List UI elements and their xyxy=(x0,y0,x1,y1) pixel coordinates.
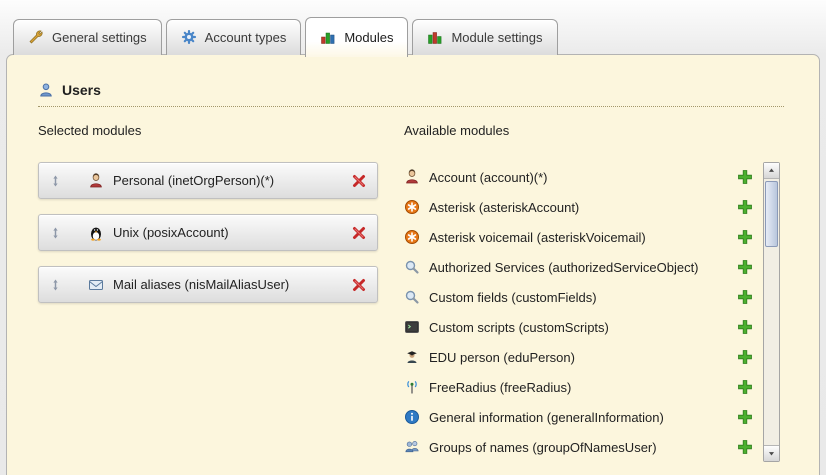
selected-modules-list: Personal (inetOrgPerson)(*) Unix (posixA… xyxy=(38,162,378,303)
plus-icon[interactable] xyxy=(737,199,753,215)
info-icon xyxy=(404,409,420,425)
users-section-header: Users xyxy=(38,82,784,107)
available-module-row: EDU person (eduPerson) xyxy=(404,342,763,372)
available-module-row: FreeRadius (freeRadius) xyxy=(404,372,763,402)
drag-handle-icon[interactable] xyxy=(49,226,62,240)
available-module-row: Authorized Services (authorizedServiceOb… xyxy=(404,252,763,282)
plus-icon[interactable] xyxy=(737,379,753,395)
person-icon xyxy=(404,169,420,185)
arrow-down-icon[interactable] xyxy=(764,445,779,461)
available-modules-heading: Available modules xyxy=(404,123,780,138)
scrollbar-thumb[interactable] xyxy=(765,181,778,247)
available-module-row: Account (account)(*) xyxy=(404,162,763,192)
tab[interactable]: Modules xyxy=(305,17,408,57)
available-modules-column: Available modules Account (account)(*) xyxy=(404,123,780,462)
scrollbar[interactable] xyxy=(763,162,780,462)
tab[interactable]: Account types xyxy=(166,19,302,55)
users-icon xyxy=(38,82,54,98)
gear-icon xyxy=(181,29,197,45)
arrow-up-icon[interactable] xyxy=(764,163,779,179)
plus-icon[interactable] xyxy=(737,319,753,335)
tab[interactable]: General settings xyxy=(13,19,162,55)
plus-icon[interactable] xyxy=(737,409,753,425)
wrench-icon xyxy=(28,29,44,45)
section-title: Users xyxy=(62,82,101,98)
magnifier-icon xyxy=(404,289,420,305)
plus-icon[interactable] xyxy=(737,439,753,455)
tux-icon xyxy=(88,225,104,241)
drag-handle-icon[interactable] xyxy=(49,278,62,292)
asterisk-icon xyxy=(404,199,420,215)
selected-module-row[interactable]: Unix (posixAccount) xyxy=(38,214,378,251)
selected-module-row[interactable]: Personal (inetOrgPerson)(*) xyxy=(38,162,378,199)
tab-bar: General settings Account types Modules M… xyxy=(13,0,558,55)
selected-module-row[interactable]: Mail aliases (nisMailAliasUser) xyxy=(38,266,378,303)
module-settings-icon xyxy=(427,29,443,45)
lam-configuration-page: General settings Account types Modules M… xyxy=(0,0,826,475)
selected-modules-column: Selected modules Personal (inetOrgPerson… xyxy=(38,123,378,462)
modules-icon xyxy=(320,29,336,45)
drag-handle-icon[interactable] xyxy=(49,174,62,188)
delete-icon[interactable] xyxy=(351,225,367,241)
script-icon xyxy=(404,319,420,335)
delete-icon[interactable] xyxy=(351,173,367,189)
available-module-row: General information (generalInformation) xyxy=(404,402,763,432)
panel-content: Users Selected modules Personal (inetOrg… xyxy=(6,54,820,475)
available-modules-list: Account (account)(*) Asterisk (asteriskA… xyxy=(404,162,763,462)
available-modules-area: Account (account)(*) Asterisk (asteriskA… xyxy=(404,162,780,462)
plus-icon[interactable] xyxy=(737,289,753,305)
asterisk-icon xyxy=(404,229,420,245)
mail-icon xyxy=(88,277,104,293)
magnifier-icon xyxy=(404,259,420,275)
plus-icon[interactable] xyxy=(737,229,753,245)
group-icon xyxy=(404,439,420,455)
plus-icon[interactable] xyxy=(737,169,753,185)
selected-modules-heading: Selected modules xyxy=(38,123,378,138)
delete-icon[interactable] xyxy=(351,277,367,293)
plus-icon[interactable] xyxy=(737,259,753,275)
available-module-row: Asterisk voicemail (asteriskVoicemail) xyxy=(404,222,763,252)
edu-person-icon xyxy=(404,349,420,365)
person-icon xyxy=(88,173,104,189)
plus-icon[interactable] xyxy=(737,349,753,365)
antenna-icon xyxy=(404,379,420,395)
modules-columns: Selected modules Personal (inetOrgPerson… xyxy=(38,123,780,462)
available-module-row: Custom scripts (customScripts) xyxy=(404,312,763,342)
tab[interactable]: Module settings xyxy=(412,19,557,55)
available-module-row: Groups of names (groupOfNamesUser) xyxy=(404,432,763,462)
available-module-row: Asterisk (asteriskAccount) xyxy=(404,192,763,222)
available-module-row: Custom fields (customFields) xyxy=(404,282,763,312)
